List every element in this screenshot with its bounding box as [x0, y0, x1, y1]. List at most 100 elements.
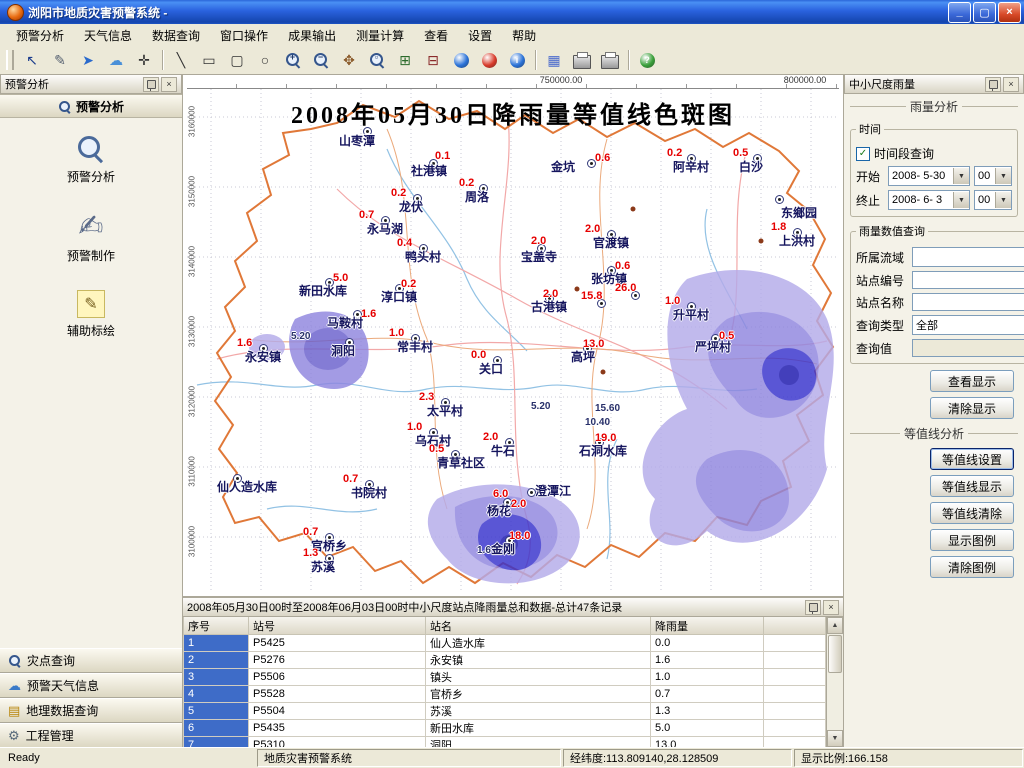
- left-panel-pin-button[interactable]: [143, 77, 159, 92]
- scroll-down-icon[interactable]: ▼: [827, 730, 843, 747]
- button-等值线清除[interactable]: 等值线清除: [930, 502, 1014, 524]
- group-bar-地理数据查询[interactable]: ▤地理数据查询: [0, 698, 182, 723]
- button-查看显示[interactable]: 查看显示: [930, 370, 1014, 392]
- menu-item-帮助[interactable]: 帮助: [502, 24, 546, 47]
- scroll-up-icon[interactable]: ▲: [827, 617, 843, 634]
- right-panel-close-button[interactable]: ×: [1003, 77, 1019, 92]
- station-marker[interactable]: [775, 195, 784, 204]
- scroll-thumb[interactable]: [828, 635, 842, 673]
- bottom-panel-title-bar: 2008年05月30日00时至2008年06月03日00时中小尺度站点降雨量总和…: [182, 597, 844, 617]
- draw-line-tool-icon[interactable]: ╲: [168, 48, 194, 73]
- table-cell: 苏溪: [426, 703, 651, 720]
- fixed-zoom-in-tool-icon[interactable]: ⊞: [392, 48, 418, 73]
- end-hour-select[interactable]: 00▼: [974, 190, 1012, 210]
- bottom-panel-close-button[interactable]: ×: [823, 600, 839, 615]
- group-bar-灾点查询[interactable]: 灾点查询: [0, 648, 182, 673]
- start-hour-select[interactable]: 00▼: [974, 166, 1012, 186]
- select-tool-icon[interactable]: ↖: [19, 48, 45, 73]
- station-name-input[interactable]: [912, 293, 1024, 311]
- menu-item-天气信息[interactable]: 天气信息: [74, 24, 142, 47]
- pick-tool-icon[interactable]: ➤: [75, 48, 101, 73]
- zoom-in-tool-icon[interactable]: +: [280, 48, 306, 73]
- time-range-checkbox[interactable]: ✓: [856, 147, 870, 161]
- chevron-down-icon[interactable]: ▼: [995, 192, 1011, 208]
- draw-ellipse-tool-icon[interactable]: ○: [252, 48, 278, 73]
- left-tool-预警分析[interactable]: 预警分析: [46, 134, 136, 185]
- info-tool-icon[interactable]: i: [504, 48, 530, 73]
- table-row[interactable]: 4P5528官桥乡0.7: [184, 686, 826, 703]
- column-header-序号[interactable]: 序号: [184, 617, 249, 635]
- station-data-table[interactable]: 序号站号站名降雨量 1P5425仙人造水库0.02P5276永安镇1.63P55…: [183, 617, 826, 748]
- left-tool-辅助标绘[interactable]: ✎辅助标绘: [46, 290, 136, 339]
- print-preview-tool-icon[interactable]: [569, 48, 595, 73]
- button-显示图例[interactable]: 显示图例: [930, 529, 1014, 551]
- left-tool-预警制作[interactable]: ✍预警制作: [46, 211, 136, 264]
- identify-tool-icon[interactable]: [476, 48, 502, 73]
- edit-tool-icon[interactable]: ✎: [47, 48, 73, 73]
- maximize-button[interactable]: ▢: [973, 2, 996, 23]
- draw-roundrect-tool-icon[interactable]: ▢: [224, 48, 250, 73]
- end-date-select[interactable]: 2008- 6- 3▼: [888, 190, 970, 210]
- table-row[interactable]: 3P5506镇头1.0: [184, 669, 826, 686]
- print-tool-icon[interactable]: [597, 48, 623, 73]
- button-清除图例[interactable]: 清除图例: [930, 556, 1014, 578]
- button-等值线显示[interactable]: 等值线显示: [930, 475, 1014, 497]
- chevron-down-icon[interactable]: ▼: [995, 168, 1011, 184]
- geo-data-query-icon: ▤: [8, 703, 20, 719]
- toolbar-drag-handle[interactable]: [6, 50, 14, 70]
- menu-item-窗口操作[interactable]: 窗口操作: [210, 24, 278, 47]
- table-row[interactable]: 5P5504苏溪1.3: [184, 703, 826, 720]
- column-header-降雨量[interactable]: 降雨量: [651, 617, 764, 635]
- group-bar-预警天气信息[interactable]: ☁预警天气信息: [0, 673, 182, 698]
- pan-move-tool-icon[interactable]: ✛: [131, 48, 157, 73]
- warning-analysis-group-header[interactable]: 预警分析: [0, 94, 182, 118]
- map-top-ruler: 750000.00800000.00: [187, 75, 839, 89]
- left-panel-close-button[interactable]: ×: [161, 77, 177, 92]
- pan-view-tool-icon[interactable]: ✥: [336, 48, 362, 73]
- minimize-button[interactable]: _: [948, 2, 971, 23]
- query-type-select[interactable]: 全部▼: [912, 315, 1024, 335]
- map-view[interactable]: 750000.00800000.00: [182, 74, 844, 597]
- zoom-out-tool-icon[interactable]: −: [308, 48, 334, 73]
- table-row[interactable]: 1P5425仙人造水库0.0: [184, 635, 826, 652]
- table-cell: 镇头: [426, 669, 651, 686]
- column-header-blank[interactable]: [764, 617, 826, 635]
- chevron-down-icon[interactable]: ▼: [953, 168, 969, 184]
- map-canvas[interactable]: 2008年05月30日降雨量等值线色斑图 3160000315000031400…: [187, 89, 839, 593]
- menu-item-预警分析[interactable]: 预警分析: [6, 24, 74, 47]
- menu-item-测量计算[interactable]: 测量计算: [346, 24, 414, 47]
- weather-cloud-tool-icon[interactable]: ☁: [103, 48, 129, 73]
- button-等值线设置[interactable]: 等值线设置: [930, 448, 1014, 470]
- draw-rectangle-tool-icon[interactable]: ▭: [196, 48, 222, 73]
- table-row[interactable]: 2P5276永安镇1.6: [184, 652, 826, 669]
- basin-select[interactable]: ▼: [912, 247, 1024, 267]
- column-header-站号[interactable]: 站号: [249, 617, 426, 635]
- station-label: 升平村: [673, 309, 709, 321]
- warning-compose-icon: ✍: [78, 211, 103, 243]
- start-date-select[interactable]: 2008- 5-30▼: [888, 166, 970, 186]
- fixed-zoom-out-tool-icon[interactable]: ⊟: [420, 48, 446, 73]
- zoom-extent-tool-icon[interactable]: ▫: [364, 48, 390, 73]
- chevron-down-icon[interactable]: ▼: [953, 192, 969, 208]
- bottom-panel-pin-button[interactable]: [805, 600, 821, 615]
- table-cell: 0.0: [651, 635, 764, 652]
- station-rainfall-value: 0.5: [429, 444, 444, 455]
- station-rainfall-value: 13.0: [583, 339, 604, 350]
- group-bar-工程管理[interactable]: ⚙工程管理: [0, 723, 182, 748]
- right-panel-pin-button[interactable]: [985, 77, 1001, 92]
- table-row[interactable]: 6P5435新田水库5.0: [184, 720, 826, 737]
- table-scrollbar[interactable]: ▲ ▼: [826, 617, 843, 747]
- close-button[interactable]: ×: [998, 2, 1021, 23]
- globe-tool-icon[interactable]: [448, 48, 474, 73]
- help-tool-icon[interactable]: ?: [634, 48, 660, 73]
- menu-item-设置[interactable]: 设置: [458, 24, 502, 47]
- menu-item-查看[interactable]: 查看: [414, 24, 458, 47]
- station-id-input[interactable]: [912, 271, 1024, 289]
- menu-item-成果输出[interactable]: 成果输出: [278, 24, 346, 47]
- column-header-站名[interactable]: 站名: [426, 617, 651, 635]
- layout-tool-icon[interactable]: ▦: [541, 48, 567, 73]
- menu-item-数据查询[interactable]: 数据查询: [142, 24, 210, 47]
- query-value-input[interactable]: [912, 339, 1024, 357]
- button-清除显示[interactable]: 清除显示: [930, 397, 1014, 419]
- station-rainfall-value: 1.0: [665, 296, 680, 307]
